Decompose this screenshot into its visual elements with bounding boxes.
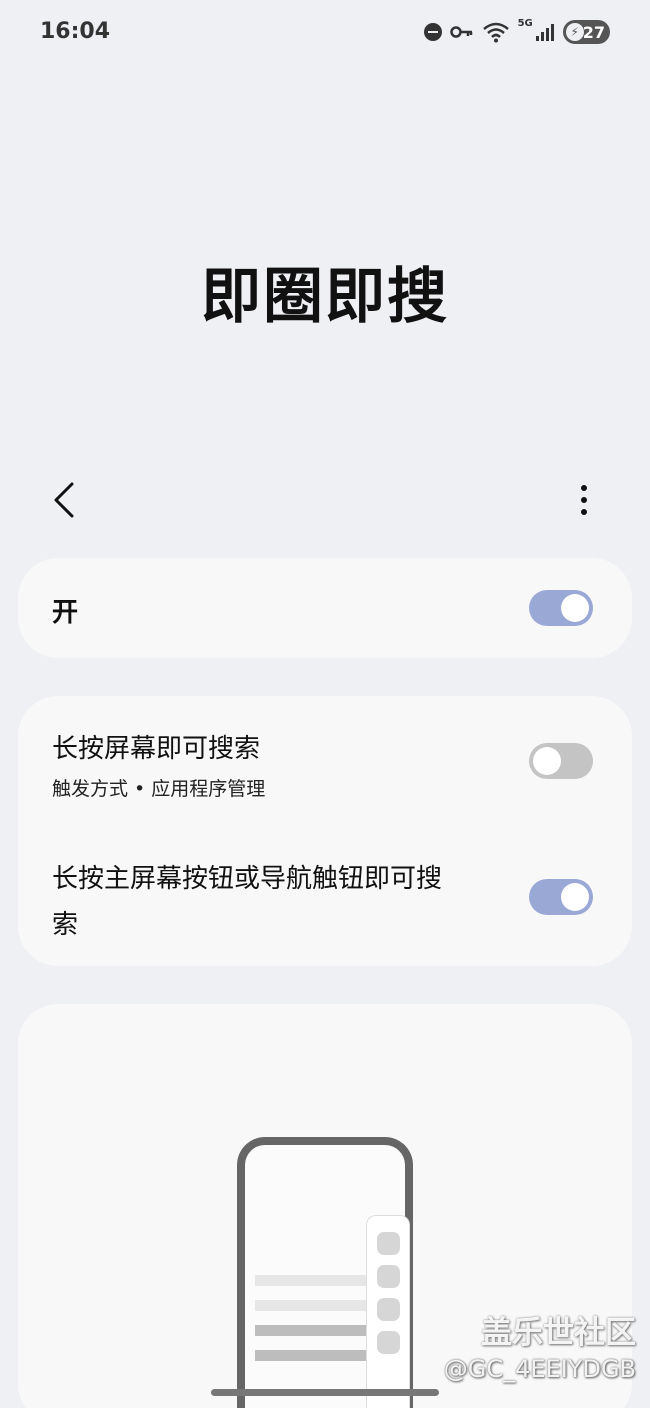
option-label: 长按屏幕即可搜索 [52, 734, 261, 764]
toggle-knob [561, 883, 589, 911]
watermark-site: 盖乐世社区 [481, 1315, 636, 1351]
option-label-line-1: 长按主屏幕按钮或导航触钮即可搜 [52, 864, 443, 894]
app-shortcut-icon [377, 1298, 400, 1321]
content-line [255, 1350, 367, 1361]
chevron-left-icon [54, 482, 74, 518]
status-icons: 5G ⚡ 27 [423, 18, 610, 46]
app-shortcut-icon [377, 1265, 400, 1288]
content-line [255, 1275, 367, 1286]
master-switch-label: 开 [52, 598, 79, 628]
network-type-label: 5G [517, 18, 533, 29]
battery-icon: ⚡ 27 [562, 20, 610, 44]
options-card: 长按屏幕即可搜索 触发方式 • 应用程序管理 长按主屏幕按钮或导航触钮即可搜 索 [18, 696, 632, 966]
more-options-button[interactable] [566, 478, 602, 522]
cellular-signal-icon [535, 24, 554, 41]
more-vert-icon [581, 485, 587, 515]
option-sublabel: 触发方式 • 应用程序管理 [52, 778, 266, 800]
content-line [255, 1325, 367, 1336]
long-press-screen-toggle[interactable] [529, 743, 593, 779]
status-time: 16:04 [40, 19, 111, 44]
content-line [255, 1300, 367, 1311]
toggle-knob [561, 594, 589, 622]
back-button[interactable] [44, 478, 88, 522]
app-shortcut-icon [377, 1232, 400, 1255]
do-not-disturb-icon [423, 23, 442, 41]
master-switch-card[interactable]: 开 [18, 558, 632, 658]
toggle-knob [533, 747, 561, 775]
charging-icon: ⚡ [565, 23, 584, 41]
battery-level: 27 [582, 22, 605, 42]
page-title: 即圈即搜 [201, 262, 449, 332]
master-switch-toggle[interactable] [529, 590, 593, 626]
edge-panel-illustration [366, 1215, 410, 1408]
status-bar: 16:04 5G ⚡ 27 [0, 0, 650, 64]
vpn-key-icon [449, 26, 472, 38]
gesture-nav-handle[interactable] [211, 1389, 439, 1396]
wifi-icon [482, 22, 509, 43]
phone-illustration [237, 1137, 413, 1408]
watermark-user: @GC_4EEIYDGB [443, 1355, 636, 1383]
long-press-home-toggle[interactable] [529, 879, 593, 915]
app-shortcut-icon [377, 1331, 400, 1354]
option-label-line-2: 索 [52, 910, 79, 940]
